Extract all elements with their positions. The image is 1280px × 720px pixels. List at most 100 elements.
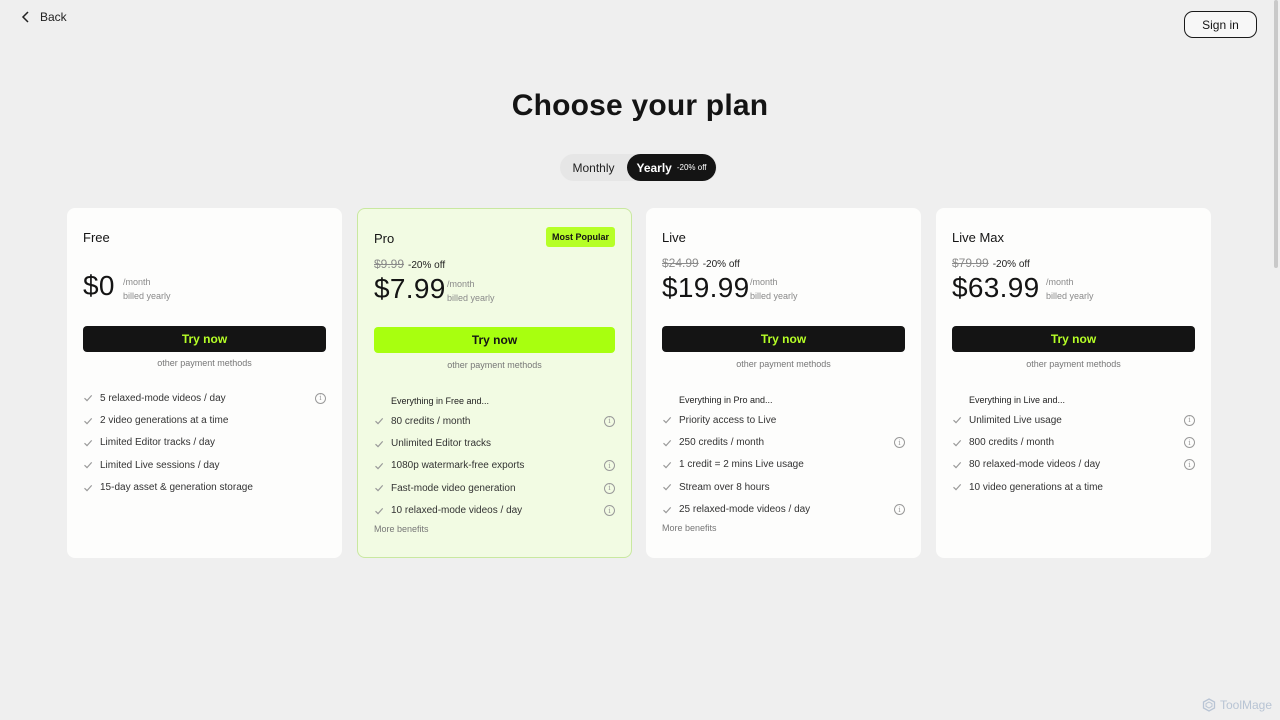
chevron-left-icon — [21, 11, 29, 23]
other-payment-methods-link[interactable]: other payment methods — [646, 359, 921, 369]
feature-text: 1080p watermark-free exports — [391, 460, 525, 472]
original-price-row: $79.99 -20% off — [952, 256, 1030, 270]
other-payment-methods-link[interactable]: other payment methods — [358, 360, 631, 370]
discount-label: -20% off — [702, 259, 740, 270]
other-payment-methods-link[interactable]: other payment methods — [67, 358, 342, 368]
info-icon[interactable]: i — [604, 505, 615, 517]
plan-name: Pro — [374, 231, 395, 246]
yearly-label: Yearly — [636, 160, 672, 175]
check-icon — [375, 485, 384, 492]
other-payment-methods-link[interactable]: other payment methods — [936, 359, 1211, 369]
toolmage-logo-icon — [1202, 698, 1216, 712]
feature-text: Fast-mode video generation — [391, 482, 516, 494]
feature-text: Unlimited Editor tracks — [391, 438, 492, 450]
info-icon[interactable]: i — [604, 482, 615, 494]
discount-label: -20% off — [408, 260, 446, 271]
yearly-discount: -20% off — [676, 163, 707, 172]
more-benefits-link[interactable]: More benefits — [374, 524, 615, 534]
sign-in-button[interactable]: Sign in — [1184, 11, 1257, 38]
check-icon — [663, 417, 672, 424]
info-icon[interactable]: i — [1184, 459, 1195, 471]
feature-text: 800 credits / month — [969, 437, 1055, 449]
info-icon[interactable]: i — [1184, 437, 1195, 449]
feature-item: 10 relaxed-mode videos / day i — [374, 500, 615, 522]
most-popular-badge: Most Popular — [545, 227, 615, 247]
feature-item: 15-day asset & generation storage — [83, 477, 326, 499]
plan-price-period: /month billed yearly — [750, 275, 798, 303]
feature-text: Unlimited Live usage — [969, 414, 1062, 426]
info-icon[interactable]: i — [315, 392, 326, 404]
check-icon — [953, 439, 962, 447]
per-month: /month — [750, 277, 778, 287]
watermark-text: ToolMage — [1220, 698, 1273, 712]
discount-label: -20% off — [992, 259, 1030, 270]
try-now-button-free[interactable]: Try now — [83, 326, 326, 352]
back-label: Back — [40, 10, 67, 24]
info-icon[interactable]: i — [604, 460, 615, 472]
feature-item: Unlimited Editor tracks — [374, 432, 615, 454]
back-button[interactable]: Back — [20, 10, 67, 24]
plan-price: $19.99 — [662, 272, 750, 303]
plan-price-period: /month billed yearly — [1046, 275, 1094, 303]
plan-name: Free — [83, 230, 110, 245]
feature-text: 2 video generations at a time — [100, 415, 229, 427]
feature-item: Limited Editor tracks / day — [83, 432, 326, 454]
plan-name: Live Max — [952, 230, 1005, 245]
page-scrollbar[interactable] — [1274, 0, 1278, 268]
billing-note: billed yearly — [1046, 291, 1094, 301]
feature-item: Limited Live sessions / day — [83, 454, 326, 476]
feature-text: 80 relaxed-mode videos / day — [969, 459, 1101, 471]
feature-item: Priority access to Live — [662, 409, 905, 431]
per-month: /month — [1046, 277, 1074, 287]
check-icon — [84, 417, 93, 425]
try-now-button-pro[interactable]: Try now — [374, 327, 615, 353]
feature-text: 25 relaxed-mode videos / day — [679, 504, 811, 516]
check-icon — [953, 484, 962, 491]
features-heading: Everything in Live and... — [969, 395, 1066, 405]
plan-card-live: Live $24.99 -20% off $19.99 /month billed… — [646, 208, 921, 558]
plan-price: $63.99 — [952, 272, 1040, 303]
features-heading: Everything in Pro and... — [679, 395, 773, 405]
plan-card-pro: Pro Most Popular $9.99 -20% off $7.99 /mo… — [357, 208, 632, 558]
try-now-button-live-max[interactable]: Try now — [952, 326, 1195, 352]
check-icon — [84, 439, 93, 447]
feature-item: 1080p watermark-free exports i — [374, 455, 615, 477]
info-icon[interactable]: i — [1184, 414, 1195, 426]
toolmage-watermark: ToolMage — [1202, 698, 1272, 712]
feature-item: 250 credits / month i — [662, 431, 905, 453]
billing-toggle: Monthly Yearly -20% off — [560, 154, 717, 181]
billing-yearly-option[interactable]: Yearly -20% off — [627, 154, 716, 181]
feature-item: 25 relaxed-mode videos / day i — [662, 499, 905, 521]
feature-list: 5 relaxed-mode videos / day i 2 video gene… — [83, 387, 326, 499]
info-icon[interactable]: i — [894, 504, 905, 516]
original-price-row: $24.99 -20% off — [662, 256, 740, 270]
feature-text: Limited Live sessions / day — [100, 459, 220, 471]
check-icon — [663, 461, 672, 469]
check-icon — [375, 462, 384, 470]
feature-list: Everything in Pro and... Priority access … — [662, 386, 905, 533]
feature-text: Stream over 8 hours — [679, 481, 770, 493]
original-price: $9.99 — [374, 257, 405, 271]
plan-name: Live — [662, 230, 686, 245]
check-icon — [84, 395, 93, 402]
more-benefits-link[interactable]: More benefits — [662, 523, 905, 533]
check-icon — [953, 417, 962, 424]
plan-price-period: /month billed yearly — [447, 277, 495, 305]
billing-monthly-option[interactable]: Monthly — [560, 161, 627, 175]
per-month: /month — [123, 277, 151, 287]
feature-item: Unlimited Live usage i — [952, 409, 1195, 431]
feature-text: 250 credits / month — [679, 437, 765, 449]
try-now-button-live[interactable]: Try now — [662, 326, 905, 352]
info-icon[interactable]: i — [894, 437, 905, 449]
feature-text: 80 credits / month — [391, 415, 471, 427]
check-icon — [953, 461, 962, 469]
plan-price: $0 — [83, 270, 115, 301]
feature-text: 10 relaxed-mode videos / day — [391, 505, 523, 517]
per-month: /month — [447, 279, 475, 289]
feature-text: Limited Editor tracks / day — [100, 437, 216, 449]
feature-item: 800 credits / month i — [952, 431, 1195, 453]
original-price: $79.99 — [952, 256, 989, 270]
info-icon[interactable]: i — [604, 415, 615, 427]
feature-item: 10 video generations at a time — [952, 476, 1195, 498]
original-price-row: $9.99 -20% off — [374, 257, 445, 271]
